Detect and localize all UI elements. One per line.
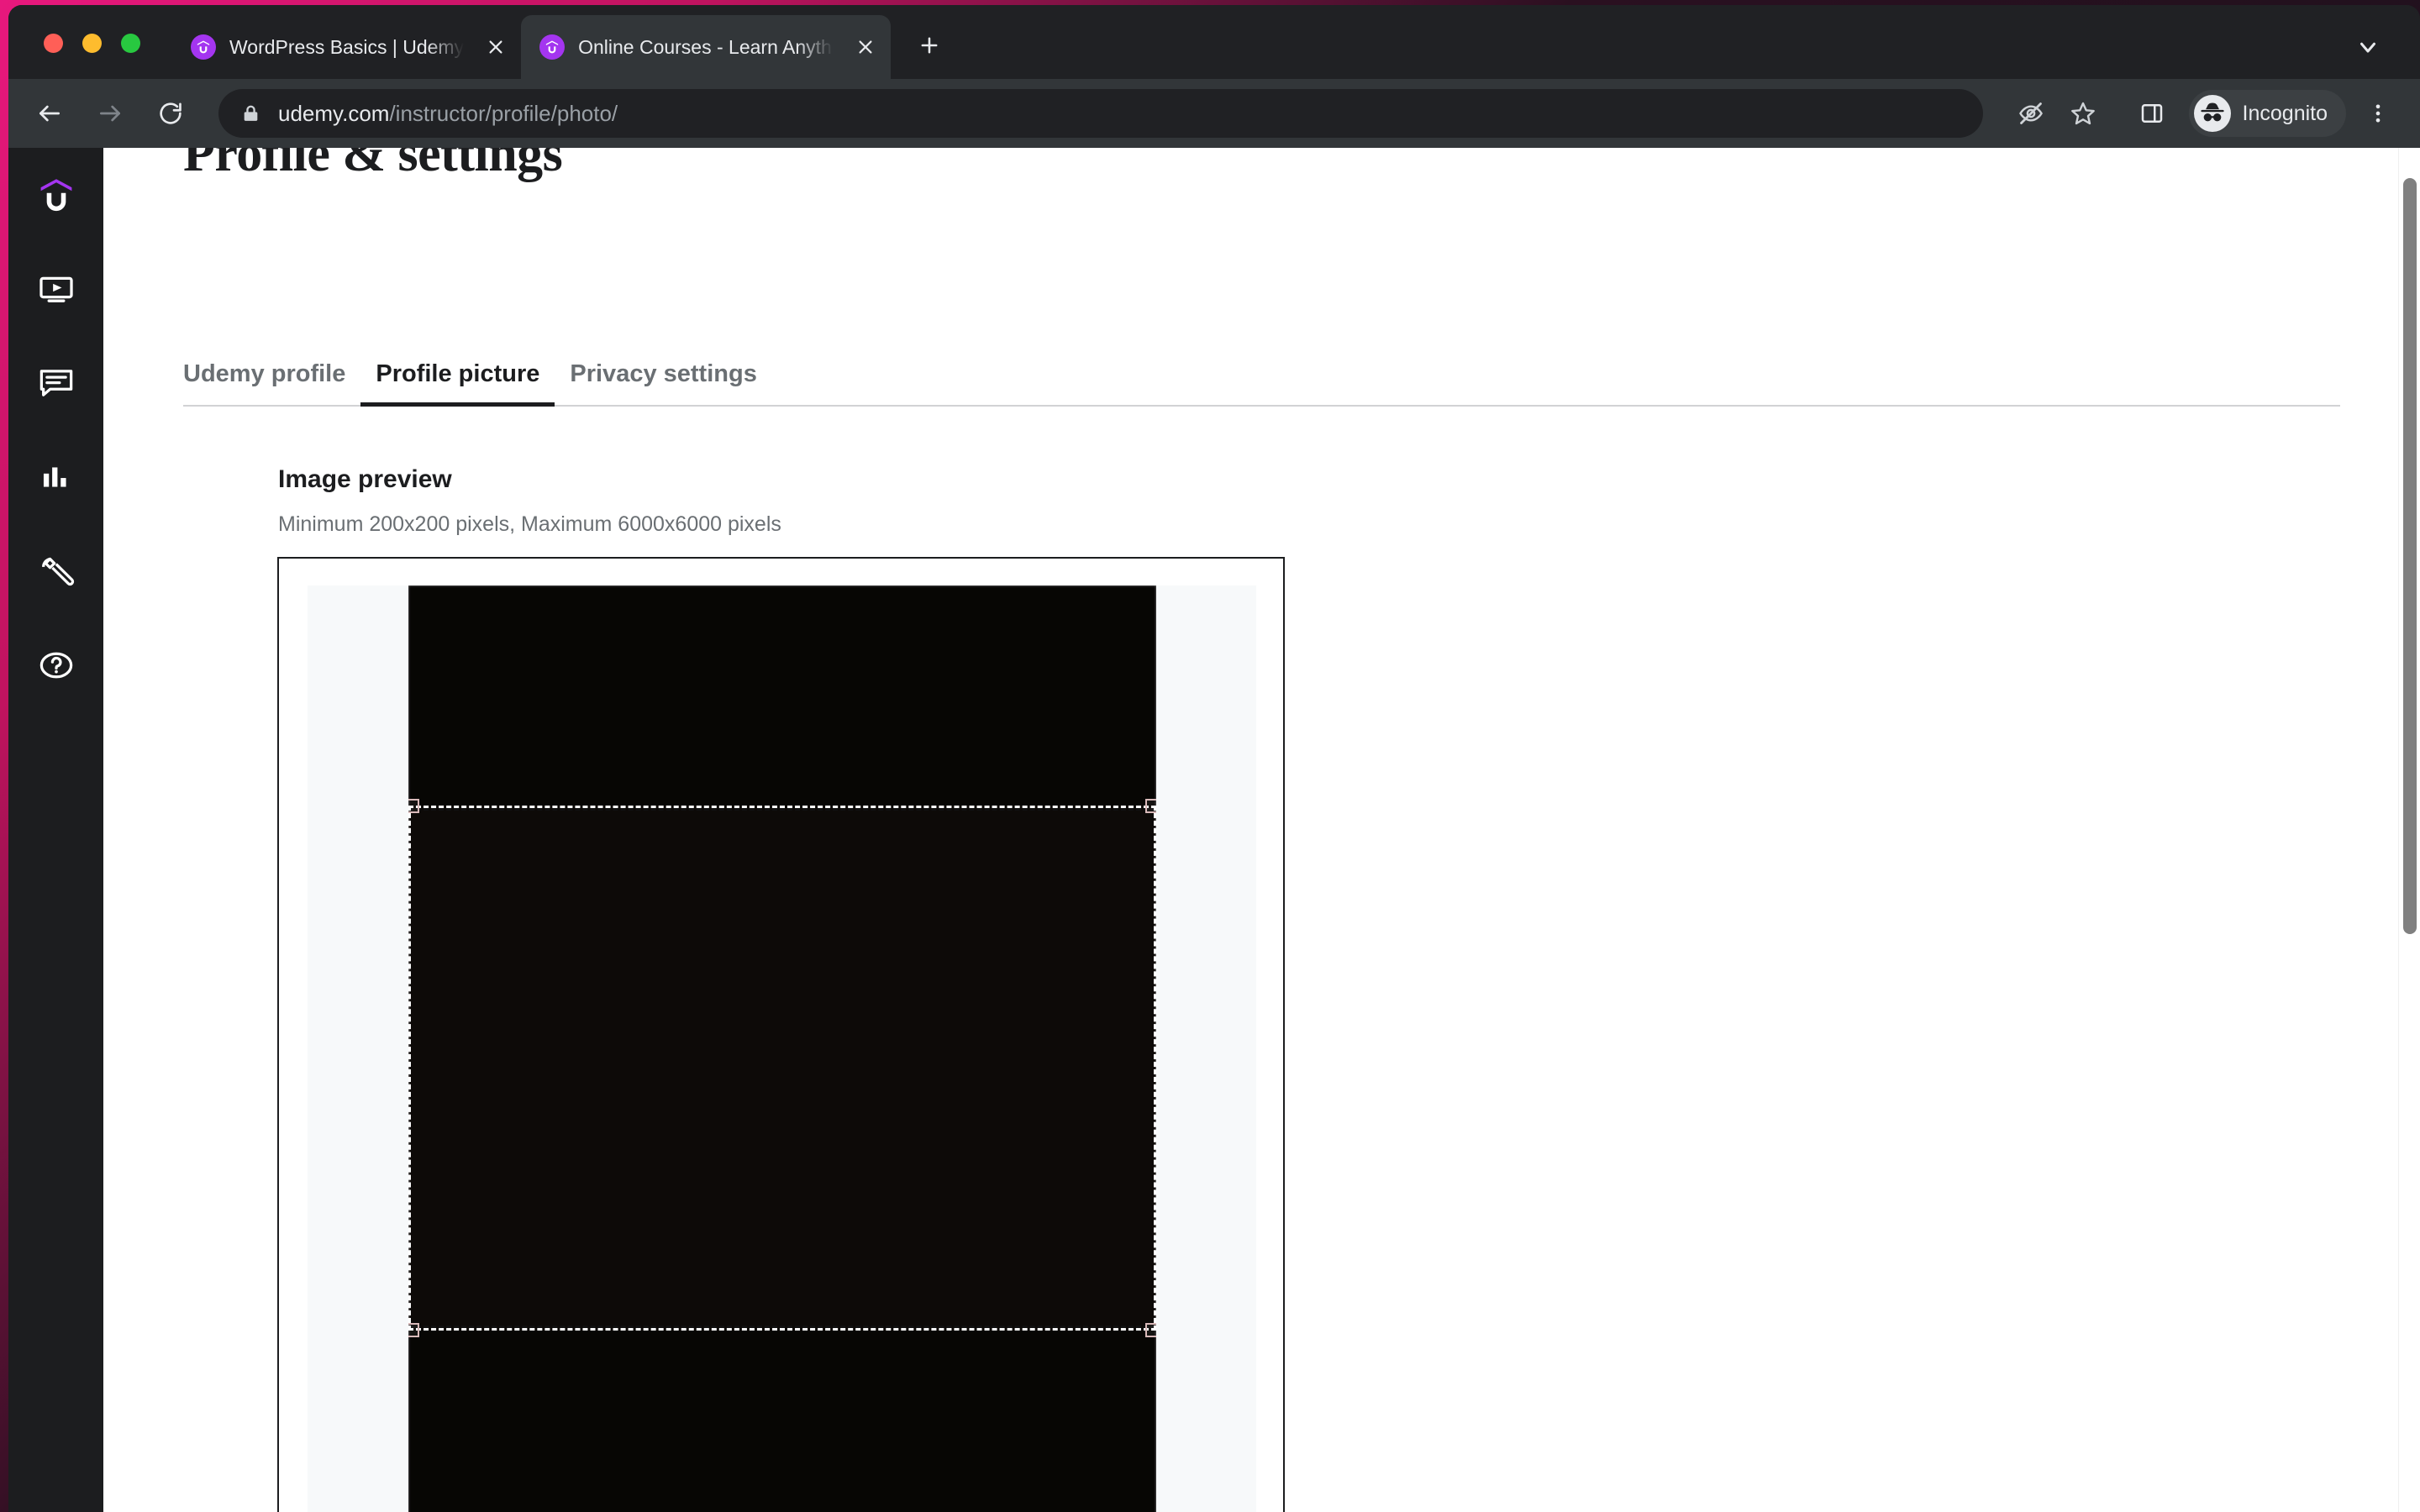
sidebar-item-courses[interactable] — [8, 242, 103, 336]
close-tab-button[interactable] — [482, 34, 509, 60]
close-window-button[interactable] — [44, 34, 63, 53]
incognito-avatar-icon — [2193, 95, 2231, 132]
lock-icon[interactable] — [240, 103, 261, 124]
page-scrollbar-thumb[interactable] — [2403, 178, 2417, 934]
side-panel-icon[interactable] — [2128, 90, 2175, 137]
maximize-window-button[interactable] — [121, 34, 140, 53]
crop-edge-bottom-inner — [408, 1326, 1156, 1328]
page-viewport: Profile & settings Udemy profile Profile… — [8, 148, 2420, 1512]
tab-strip: WordPress Basics | Udemy Online Courses … — [8, 5, 2420, 79]
star-icon[interactable] — [2060, 90, 2107, 137]
chevron-down-icon[interactable] — [2348, 27, 2388, 67]
tab-profile-picture[interactable]: Profile picture — [360, 360, 555, 407]
url-text: udemy.com/instructor/profile/photo/ — [278, 101, 618, 127]
image-preview-container — [277, 557, 1285, 1512]
crop-edge-left[interactable] — [408, 806, 411, 1331]
crop-edge-bottom[interactable] — [408, 1328, 1156, 1331]
instructor-sidebar — [8, 148, 103, 1512]
url-domain: udemy.com — [278, 100, 390, 126]
chrome-menu-icon[interactable] — [2354, 90, 2402, 137]
browser-window: WordPress Basics | Udemy Online Courses … — [8, 5, 2420, 1512]
sidebar-item-communication[interactable] — [8, 336, 103, 430]
crop-handle-top-left[interactable] — [408, 799, 419, 813]
crop-selection[interactable] — [408, 799, 1156, 1337]
tab-list: WordPress Basics | Udemy Online Courses … — [172, 5, 953, 79]
video-icon — [39, 276, 73, 302]
bar-chart-icon — [43, 467, 66, 487]
browser-toolbar: udemy.com/instructor/profile/photo/ Inco… — [8, 79, 2420, 148]
udemy-logo-icon — [40, 179, 71, 212]
image-preview-heading: Image preview — [278, 465, 452, 493]
chat-bubble-icon — [39, 370, 72, 396]
profile-tab-nav: Udemy profile Profile picture Privacy se… — [183, 349, 2340, 407]
tab-title: WordPress Basics | Udemy — [229, 35, 465, 58]
question-mark-icon — [39, 652, 72, 679]
page-title: Profile & settings — [183, 148, 563, 182]
reload-button[interactable] — [145, 87, 197, 139]
browser-tab-2[interactable]: Online Courses - Learn Anything — [521, 15, 892, 79]
browser-tab-1[interactable]: WordPress Basics | Udemy — [172, 15, 521, 79]
sidebar-item-udemy-logo[interactable] — [8, 148, 103, 242]
crop-handle-bottom-right[interactable] — [1145, 1323, 1156, 1337]
cropper-stage[interactable] — [308, 585, 1256, 1512]
wrench-icon — [41, 557, 74, 586]
tab-udemy-profile[interactable]: Udemy profile — [183, 360, 360, 405]
crop-handle-top-right[interactable] — [1145, 799, 1156, 813]
profile-settings-content: Profile & settings Udemy profile Profile… — [103, 148, 2420, 1512]
incognito-label: Incognito — [2242, 101, 2328, 125]
new-tab-button[interactable] — [906, 22, 953, 69]
cropper-image[interactable] — [408, 585, 1156, 1512]
sidebar-item-help[interactable] — [8, 618, 103, 712]
tab-privacy-settings[interactable]: Privacy settings — [555, 360, 771, 405]
incognito-profile-chip[interactable]: Incognito — [2188, 90, 2346, 137]
toolbar-actions: Incognito — [2002, 90, 2420, 137]
udemy-favicon-icon — [191, 34, 216, 60]
url-path: /instructor/profile/photo/ — [389, 100, 618, 126]
sidebar-item-performance[interactable] — [8, 430, 103, 524]
crop-edge-right[interactable] — [1154, 806, 1156, 1331]
crop-edge-top-inner — [408, 808, 1156, 811]
udemy-favicon-icon — [539, 34, 566, 60]
back-button[interactable] — [24, 87, 76, 139]
address-bar[interactable]: udemy.com/instructor/profile/photo/ — [218, 89, 1983, 138]
minimize-window-button[interactable] — [82, 34, 102, 53]
page-scrollbar[interactable] — [2398, 148, 2420, 1512]
forward-button[interactable] — [84, 87, 136, 139]
close-tab-button[interactable] — [852, 34, 879, 60]
window-controls — [44, 34, 140, 53]
crop-handle-bottom-left[interactable] — [408, 1323, 419, 1337]
tab-title: Online Courses - Learn Anything — [578, 35, 834, 58]
sidebar-item-tools[interactable] — [8, 524, 103, 618]
eye-slash-icon[interactable] — [2007, 90, 2054, 137]
image-preview-subtext: Minimum 200x200 pixels, Maximum 6000x600… — [278, 512, 781, 536]
